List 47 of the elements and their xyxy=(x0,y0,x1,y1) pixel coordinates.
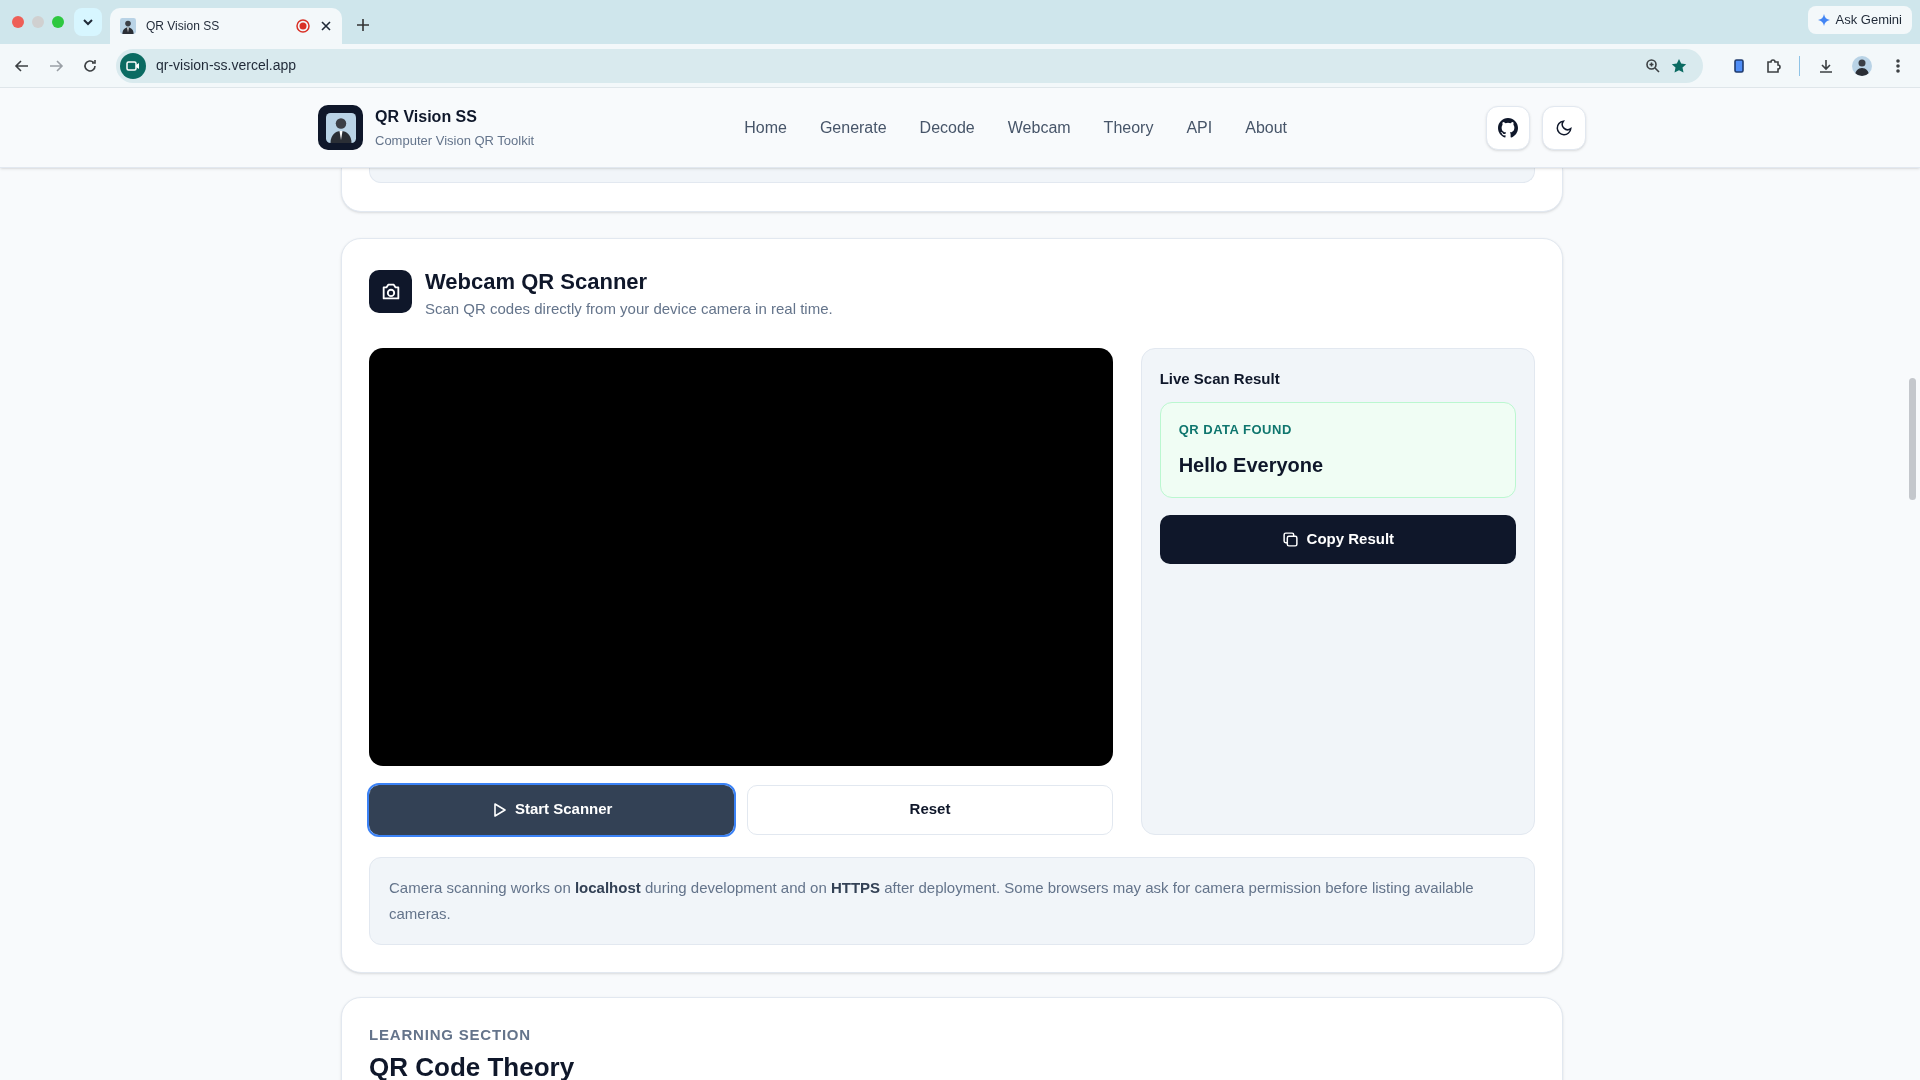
tab-title: QR Vision SS xyxy=(146,18,221,35)
sparkle-icon xyxy=(1817,14,1830,26)
theme-toggle-button[interactable] xyxy=(1542,105,1586,150)
nav-link[interactable]: Home xyxy=(744,115,787,140)
section-subtitle: Scan QR codes directly from your device camera in real time. xyxy=(425,299,833,319)
copy-icon xyxy=(1281,530,1299,548)
brand-name: QR Vision SS xyxy=(375,106,478,127)
phone-icon[interactable] xyxy=(1731,57,1747,74)
favicon-icon xyxy=(120,18,136,34)
camera-icon xyxy=(120,52,146,79)
panel-title: Live Scan Result xyxy=(1159,368,1281,389)
reload-icon[interactable] xyxy=(82,57,98,74)
brand-tagline: Computer Vision QR Toolkit xyxy=(375,131,535,150)
back-icon[interactable] xyxy=(14,57,30,74)
nav-link[interactable]: Generate xyxy=(819,115,887,140)
moon-icon xyxy=(1555,118,1573,137)
tab-search-button[interactable] xyxy=(74,8,102,36)
chevron-down-icon xyxy=(82,16,94,28)
url-text: qr-vision-ss.vercel.app xyxy=(156,56,298,75)
download-icon[interactable] xyxy=(1818,57,1834,74)
close-window-button[interactable] xyxy=(12,16,24,28)
close-icon[interactable] xyxy=(320,20,332,32)
result-value: Hello Everyone xyxy=(1178,452,1325,478)
address-bar[interactable]: qr-vision-ss.vercel.app xyxy=(116,48,1703,83)
new-tab-icon[interactable] xyxy=(356,18,370,32)
reset-button[interactable]: Reset xyxy=(747,784,1113,835)
nav-link[interactable]: About xyxy=(1245,115,1287,140)
avatar-icon[interactable] xyxy=(1852,55,1872,76)
ask-gemini-button[interactable]: Ask Gemini xyxy=(1807,6,1912,34)
section-title: Webcam QR Scanner xyxy=(425,268,649,296)
nav-link[interactable]: API xyxy=(1186,115,1213,140)
logo-icon xyxy=(325,112,356,143)
info-text: Camera scanning works on localhost during development and on HTTPS after deployment. Some browsers may ask for camera permission before listing available cameras. xyxy=(389,877,1475,924)
nav-link[interactable]: Decode xyxy=(919,115,975,140)
status-label: QR DATA FOUND xyxy=(1178,421,1293,439)
star-icon[interactable] xyxy=(1671,57,1687,74)
github-button[interactable] xyxy=(1486,105,1530,150)
zoom-icon[interactable] xyxy=(1645,57,1661,74)
nav-link[interactable]: Theory xyxy=(1103,115,1154,140)
github-icon xyxy=(1498,117,1518,138)
nav-link[interactable]: Webcam xyxy=(1007,115,1071,140)
copy-result-button[interactable]: Copy Result xyxy=(1159,514,1516,564)
extensions-icon[interactable] xyxy=(1765,57,1781,74)
start-scanner-button[interactable]: Start Scanner xyxy=(369,784,735,835)
browser-tab[interactable]: QR Vision SS xyxy=(110,8,342,44)
scrollbar-thumb[interactable] xyxy=(1909,378,1916,500)
section-label: LEARNING SECTION xyxy=(369,1024,532,1045)
